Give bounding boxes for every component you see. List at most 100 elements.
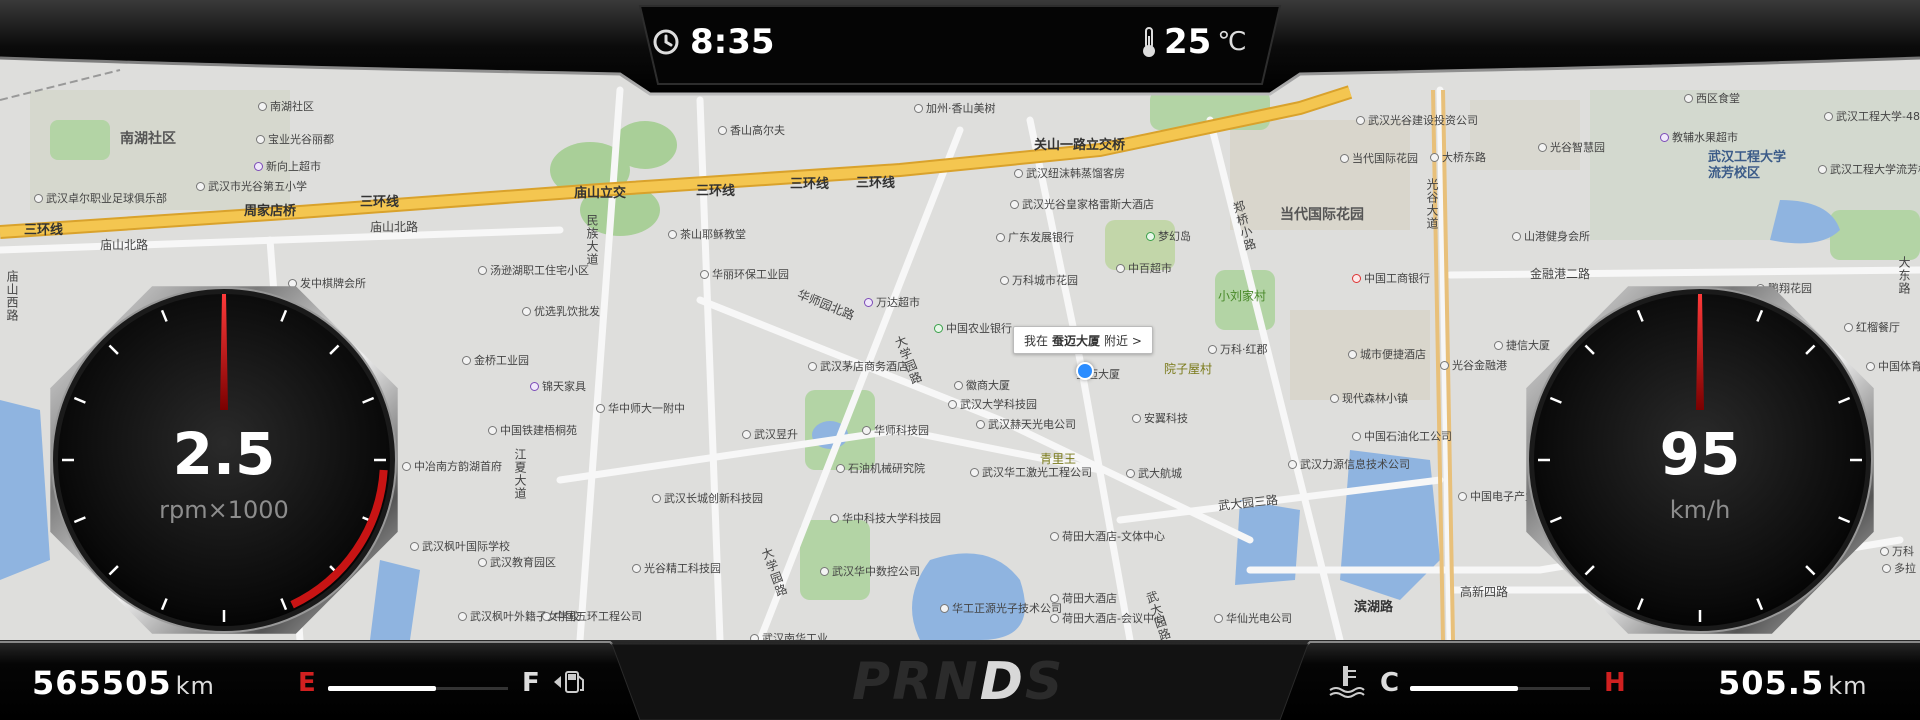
poi-icon	[1010, 200, 1019, 209]
trip-unit: km	[1828, 672, 1868, 700]
poi-marker[interactable]: 安翼科技	[1132, 412, 1188, 425]
poi-marker[interactable]: 中国铁建梧桐苑	[488, 424, 577, 437]
poi-marker[interactable]: 中国五环工程公司	[542, 610, 642, 623]
poi-icon	[1000, 276, 1009, 285]
poi-marker[interactable]: 武汉卓尔职业足球俱乐部	[34, 192, 167, 205]
poi-marker[interactable]: 徽商大厦	[954, 379, 1010, 392]
poi-marker[interactable]: 万科·红郡	[1208, 343, 1268, 356]
poi-marker[interactable]: 山港健身会所	[1512, 230, 1590, 243]
poi-marker[interactable]: 汤逊湖职工住宅小区	[478, 264, 589, 277]
poi-marker[interactable]: 武汉昱升	[742, 428, 798, 441]
poi-label: 教辅水果超市	[1672, 131, 1738, 144]
poi-label: 万达超市	[876, 296, 920, 309]
poi-marker[interactable]: 现代森林小镇	[1330, 392, 1408, 405]
coolant-cold-label: C	[1380, 668, 1400, 698]
poi-marker[interactable]: 华师科技园	[862, 424, 929, 437]
poi-label: 荷田大酒店-文体中心	[1062, 530, 1165, 543]
poi-label: 城市便捷酒店	[1360, 348, 1426, 361]
poi-label: 中百超市	[1128, 262, 1172, 275]
poi-marker[interactable]: 武汉力源信息技术公司	[1288, 458, 1410, 471]
poi-marker[interactable]: 华工正源光子技术公司	[940, 602, 1062, 615]
poi-label: 香山高尔夫	[730, 124, 785, 137]
poi-marker[interactable]: 石油机械研究院	[836, 462, 925, 475]
poi-label: 武大航城	[1138, 467, 1182, 480]
poi-marker[interactable]: 武汉长城创新科技园	[652, 492, 763, 505]
poi-marker[interactable]: 广东发展银行	[996, 231, 1074, 244]
poi-marker[interactable]: 荷田大酒店	[1050, 592, 1117, 605]
poi-marker[interactable]: 武汉教育园区	[478, 556, 556, 569]
poi-marker[interactable]: 武汉纽沫韩蒸馏客房	[1014, 167, 1125, 180]
poi-icon	[1050, 532, 1059, 541]
poi-label: 荷田大酒店	[1062, 592, 1117, 605]
poi-marker[interactable]: 武汉华工激光工程公司	[970, 466, 1092, 479]
poi-marker[interactable]: 荷田大酒店-文体中心	[1050, 530, 1165, 543]
poi-marker[interactable]: 荷田大酒店-会议中心	[1050, 612, 1165, 625]
poi-marker[interactable]: 南湖社区	[258, 100, 314, 113]
poi-marker[interactable]: 加州·香山美树	[914, 102, 996, 115]
poi-marker[interactable]: 新向上超市	[254, 160, 321, 173]
poi-marker[interactable]: 中冶南方韵湖首府	[402, 460, 502, 473]
thermometer-icon	[1143, 27, 1155, 57]
poi-marker[interactable]: 万达超市	[864, 296, 920, 309]
poi-marker[interactable]: 武汉光谷建设投资公司	[1356, 114, 1478, 127]
poi-icon	[522, 307, 531, 316]
poi-marker[interactable]: 中国石油化工公司	[1352, 430, 1452, 443]
road-label: 庙山西路	[5, 270, 19, 322]
poi-marker[interactable]: 中国农业银行	[934, 322, 1012, 335]
poi-label: 徽商大厦	[966, 379, 1010, 392]
poi-marker[interactable]: 光谷精工科技园	[632, 562, 721, 575]
tachometer: 2.5 rpm×1000	[34, 270, 414, 650]
poi-marker[interactable]: 华中科技大学科技园	[830, 512, 941, 525]
poi-marker[interactable]: 武大航城	[1126, 467, 1182, 480]
poi-marker[interactable]: 万科城市花园	[1000, 274, 1078, 287]
speedometer: 95 km/h	[1510, 270, 1890, 650]
poi-icon	[1132, 414, 1141, 423]
poi-marker[interactable]: 金桥工业园	[462, 354, 529, 367]
poi-label: 华工正源光子技术公司	[952, 602, 1062, 615]
poi-marker[interactable]: 宝业光谷丽都	[256, 133, 334, 146]
poi-label: 梦幻岛	[1158, 230, 1191, 243]
poi-icon	[808, 362, 817, 371]
poi-marker[interactable]: 茶山耶稣教堂	[668, 228, 746, 241]
poi-marker[interactable]: 武汉枫叶国际学校	[410, 540, 510, 553]
poi-marker[interactable]: 武汉赫天光电公司	[976, 418, 1076, 431]
location-callout[interactable]: 我在 蚕迈大厦 附近 >	[1013, 326, 1153, 354]
poi-marker[interactable]: 梦幻岛	[1146, 230, 1191, 243]
poi-marker[interactable]: 教辅水果超市	[1660, 131, 1738, 144]
poi-marker[interactable]: 光谷智慧园	[1538, 141, 1605, 154]
poi-marker[interactable]: 武汉华中数控公司	[820, 565, 920, 578]
poi-marker[interactable]: 武汉工程大学-48号实验楼	[1824, 110, 1920, 123]
poi-marker[interactable]: 锦天家具	[530, 380, 586, 393]
clock-display: 8:35	[652, 22, 775, 62]
poi-marker[interactable]: 武汉工程大学流芳校区	[1818, 163, 1920, 176]
poi-icon	[478, 558, 487, 567]
poi-marker[interactable]: 华丽环保工业园	[700, 268, 789, 281]
trip-value: 505.5	[1718, 664, 1825, 702]
road-label: 大东路	[1897, 256, 1911, 295]
poi-label: 华中科技大学科技园	[842, 512, 941, 525]
road-label: 三环线	[696, 184, 736, 199]
poi-marker[interactable]: 光谷金融港	[1440, 359, 1507, 372]
poi-marker[interactable]: 华中师大一附中	[596, 402, 685, 415]
fuel-full-label: F	[522, 668, 540, 698]
poi-marker[interactable]: 优选乳饮批发	[522, 305, 600, 318]
poi-marker[interactable]: 武汉茅店商务酒店	[808, 360, 908, 373]
poi-marker[interactable]: 武汉市光谷第五小学	[196, 180, 307, 193]
poi-marker[interactable]: 武汉光谷皇家格雷斯大酒店	[1010, 198, 1154, 211]
poi-marker[interactable]: 当代国际花园	[1340, 152, 1418, 165]
poi-marker[interactable]: 中国工商银行	[1352, 272, 1430, 285]
temperature-text: 25	[1164, 22, 1212, 62]
poi-icon	[1494, 341, 1503, 350]
poi-marker[interactable]: 中百超市	[1116, 262, 1172, 275]
trip-meter: 505.5 km	[1718, 664, 1868, 702]
poi-marker[interactable]: 香山高尔夫	[718, 124, 785, 137]
poi-icon	[830, 514, 839, 523]
poi-marker[interactable]: 华仙光电公司	[1214, 612, 1292, 625]
poi-marker[interactable]: 城市便捷酒店	[1348, 348, 1426, 361]
poi-label: 武汉教育园区	[490, 556, 556, 569]
map-area-label: 南湖社区	[120, 131, 176, 147]
poi-icon	[996, 233, 1005, 242]
poi-marker[interactable]: 大桥东路	[1430, 151, 1486, 164]
poi-marker[interactable]: 武汉大学科技园	[948, 398, 1037, 411]
poi-label: 万科·红郡	[1220, 343, 1268, 356]
